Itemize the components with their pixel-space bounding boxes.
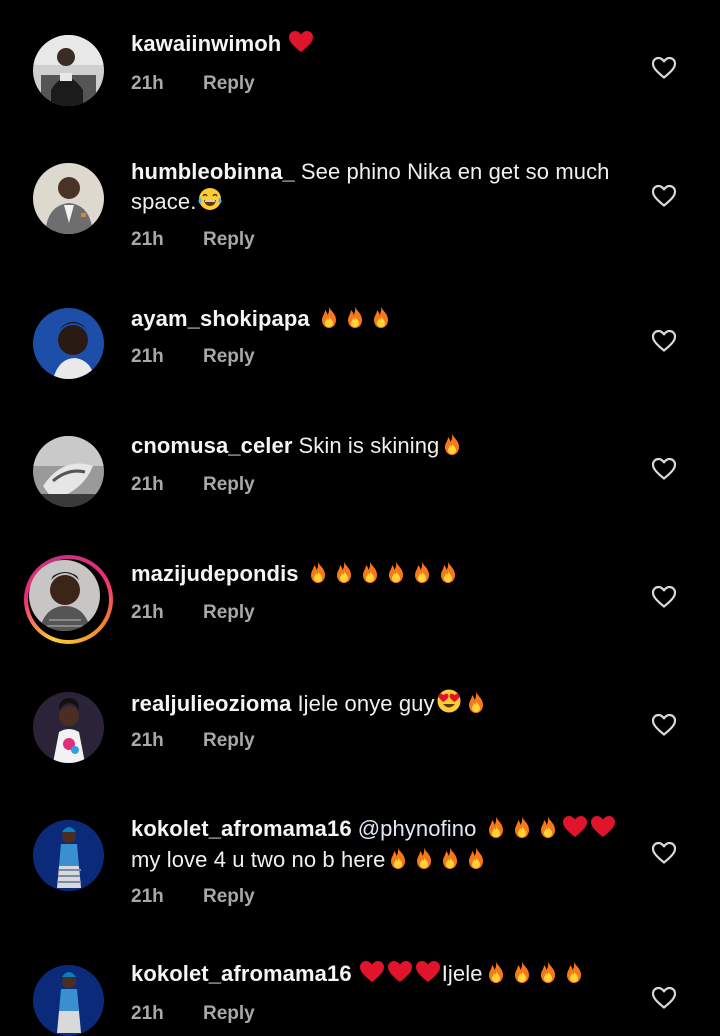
comment-username[interactable]: cnomusa_celer <box>131 433 293 458</box>
heart-outline-icon[interactable] <box>651 713 677 737</box>
comment-timestamp: 21h <box>131 229 164 250</box>
joy-emoji <box>197 186 223 219</box>
heart-outline-icon[interactable] <box>651 56 677 80</box>
comment-body: ayam_shokipapa <box>131 305 641 336</box>
comment-body: cnomusa_celer Skin is skining <box>131 432 641 463</box>
comment-mention[interactable]: @phynofino <box>358 816 477 841</box>
comment-username[interactable]: kokolet_afromama16 <box>131 961 352 986</box>
reply-button[interactable]: Reply <box>203 730 255 752</box>
comment-body: kokolet_afromama16 Ijele <box>131 960 641 991</box>
comment-meta: 21h Reply <box>131 602 255 624</box>
reply-button[interactable]: Reply <box>203 1003 255 1025</box>
comment-username[interactable]: ayam_shokipapa <box>131 306 310 331</box>
comment-text-segment: my love 4 u two no b here <box>131 847 386 872</box>
heart-emoji <box>562 815 588 846</box>
comment-meta: 21h Reply <box>131 886 255 908</box>
heart-outline-icon[interactable] <box>651 986 677 1010</box>
fire-emoji <box>410 560 434 591</box>
comment-meta: 21h Reply <box>131 730 255 752</box>
comment-body: mazijudepondis <box>131 560 641 591</box>
comment-timestamp: 21h <box>131 602 164 623</box>
fire-emoji <box>384 560 408 591</box>
comment-body: kawaiinwimoh <box>131 30 641 61</box>
fire-emoji <box>358 560 382 591</box>
comment-meta: 21h Reply <box>131 474 255 496</box>
fire-emoji <box>484 815 508 846</box>
heart-outline-icon[interactable] <box>651 585 677 609</box>
comment-meta: 21h Reply <box>131 1003 255 1025</box>
comment-text-segment: Skin is skining <box>298 433 440 458</box>
fire-emoji <box>412 846 436 877</box>
comment-timestamp: 21h <box>131 474 164 495</box>
fire-emoji <box>306 560 330 591</box>
comment-username[interactable]: humbleobinna_ <box>131 159 295 184</box>
comment-username[interactable]: kawaiinwimoh <box>131 31 281 56</box>
fire-emoji <box>510 815 534 846</box>
heart-outline-icon[interactable] <box>651 457 677 481</box>
avatar[interactable] <box>33 692 104 763</box>
fire-emoji <box>464 846 488 877</box>
comment-timestamp: 21h <box>131 73 164 94</box>
avatar[interactable] <box>33 308 104 379</box>
heart-eyes-emoji <box>436 688 462 721</box>
comment-text <box>305 561 461 586</box>
heart-emoji <box>590 815 616 846</box>
heart-emoji <box>359 960 385 991</box>
fire-emoji <box>317 305 341 336</box>
fire-emoji <box>536 960 560 991</box>
comment-meta: 21h Reply <box>131 73 255 95</box>
reply-button[interactable]: Reply <box>203 886 255 908</box>
comment-body: kokolet_afromama16 @phynofino my love 4 u… <box>131 815 641 877</box>
fire-emoji <box>436 560 460 591</box>
fire-emoji <box>464 690 488 721</box>
fire-emoji <box>484 960 508 991</box>
comment-body: humbleobinna_ See phino Nika en get so mu… <box>131 158 641 219</box>
comment-text-segment: Ijele <box>441 961 483 986</box>
comment-text: Skin is skining <box>299 433 466 458</box>
fire-emoji <box>369 305 393 336</box>
avatar[interactable] <box>33 163 104 234</box>
comment-timestamp: 21h <box>131 346 164 367</box>
avatar <box>29 560 100 631</box>
fire-emoji <box>536 815 560 846</box>
heart-emoji <box>288 30 314 61</box>
reply-button[interactable]: Reply <box>203 346 255 368</box>
comment-timestamp: 21h <box>131 1003 164 1024</box>
fire-emoji <box>438 846 462 877</box>
comment-username[interactable]: realjulieozioma <box>131 691 291 716</box>
avatar-story-ring[interactable] <box>24 555 113 644</box>
heart-outline-icon[interactable] <box>651 841 677 865</box>
reply-button[interactable]: Reply <box>203 229 255 251</box>
reply-button[interactable]: Reply <box>203 73 255 95</box>
reply-button[interactable]: Reply <box>203 602 255 624</box>
comment-text: Ijele onye guy <box>297 689 488 716</box>
heart-outline-icon[interactable] <box>651 329 677 353</box>
comment-body: realjulieozioma Ijele onye guy <box>131 688 641 721</box>
comment-username[interactable]: kokolet_afromama16 <box>131 816 352 841</box>
fire-emoji <box>332 560 356 591</box>
avatar[interactable] <box>33 965 104 1036</box>
comment-meta: 21h Reply <box>131 229 255 251</box>
heart-outline-icon[interactable] <box>651 184 677 208</box>
fire-emoji <box>440 432 464 463</box>
comment-text-segment: Ijele onye guy <box>297 691 435 716</box>
comment-timestamp: 21h <box>131 730 164 751</box>
avatar[interactable] <box>33 820 104 891</box>
fire-emoji <box>343 305 367 336</box>
reply-button[interactable]: Reply <box>203 474 255 496</box>
heart-emoji <box>387 960 413 991</box>
comment-text <box>287 31 315 56</box>
comment-username[interactable]: mazijudepondis <box>131 561 299 586</box>
fire-emoji <box>510 960 534 991</box>
comment-text <box>316 306 394 331</box>
fire-emoji <box>562 960 586 991</box>
comment-text: Ijele <box>358 961 587 986</box>
comment-timestamp: 21h <box>131 886 164 907</box>
comment-meta: 21h Reply <box>131 346 255 368</box>
fire-emoji <box>386 846 410 877</box>
avatar[interactable] <box>33 436 104 507</box>
heart-emoji <box>415 960 441 991</box>
avatar[interactable] <box>33 35 104 106</box>
